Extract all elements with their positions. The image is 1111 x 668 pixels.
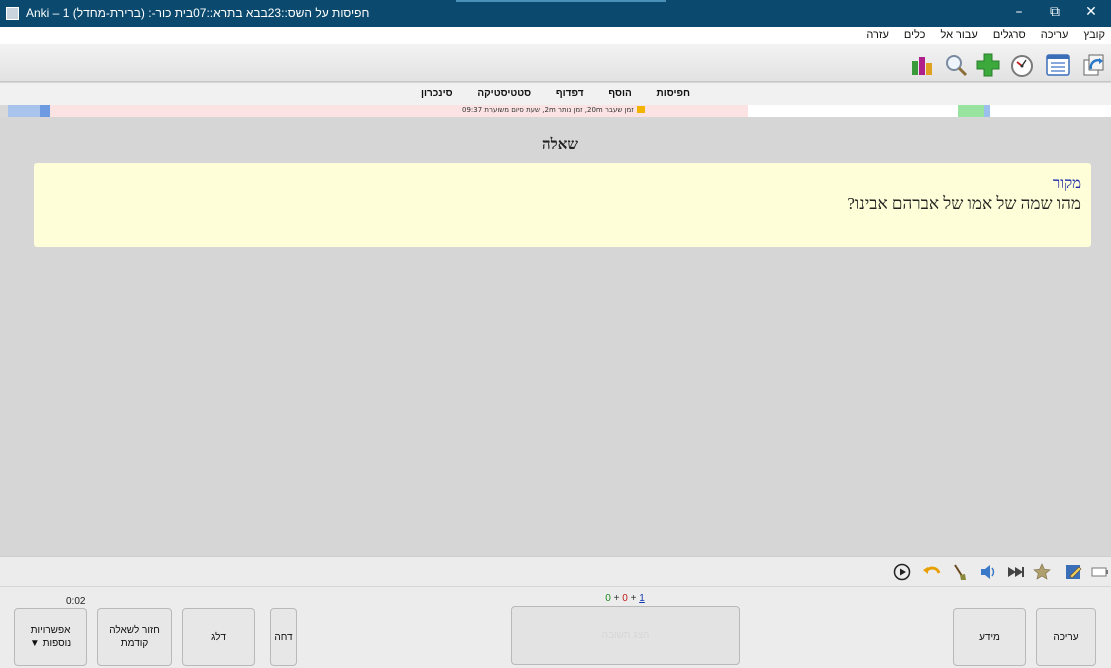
nav-browse[interactable]: דפדוף bbox=[556, 88, 584, 99]
window-title: Anki – חפיסות על השס::23בבא בתרא::07בית … bbox=[26, 6, 370, 20]
show-answer-button[interactable]: הצג תשובה bbox=[511, 606, 740, 665]
add-icon[interactable] bbox=[975, 52, 1001, 78]
title-bar: Anki – חפיסות על השס::23בבא בתרא::07בית … bbox=[0, 0, 1111, 27]
menu-edit[interactable]: עריכה bbox=[1035, 27, 1075, 41]
nav-sync[interactable]: סינכרון bbox=[421, 88, 453, 99]
learn-count: 0 bbox=[622, 593, 628, 604]
review-count[interactable]: 1 bbox=[639, 593, 645, 604]
undo-icon[interactable] bbox=[922, 562, 942, 582]
sync-icon[interactable] bbox=[1081, 52, 1107, 78]
more-options-label-line2: נוספות ▼ bbox=[29, 638, 72, 649]
question-text: מהו שמה של אמו של אברהם אבינו? bbox=[847, 194, 1081, 213]
more-options-label-line1: אפשרויות bbox=[30, 625, 71, 636]
menu-help[interactable]: עזרה bbox=[860, 27, 894, 41]
menu-file[interactable]: קובץ bbox=[1078, 27, 1111, 41]
minimize-button[interactable]: – bbox=[1001, 0, 1037, 27]
progress-info-text: זמן שעבר 20m, זמן נותר 2m, שעת סיום משוע… bbox=[462, 106, 634, 114]
question-card: מקור מהו שמה של אמו של אברהם אבינו? bbox=[34, 163, 1091, 247]
battery-icon bbox=[1091, 567, 1108, 577]
edit-button[interactable]: עריכה bbox=[1036, 608, 1096, 666]
menu-tools[interactable]: כלים bbox=[898, 27, 931, 41]
timer-icon[interactable] bbox=[1009, 52, 1035, 78]
anki-app-icon[interactable] bbox=[6, 7, 19, 20]
due-counts: 0 + 0 + 1 bbox=[580, 593, 670, 604]
previous-question-button[interactable]: חזור לשאלה קודמת bbox=[97, 608, 172, 666]
star-icon[interactable] bbox=[1032, 562, 1052, 582]
bury-button-label: דחה bbox=[274, 631, 293, 643]
info-button[interactable]: מידע bbox=[953, 608, 1026, 666]
play-icon[interactable] bbox=[892, 562, 912, 582]
more-options-button[interactable]: אפשרויות נוספות ▼ bbox=[14, 608, 87, 666]
skip-button-label: דלג bbox=[211, 631, 226, 643]
skip-forward-icon[interactable] bbox=[1006, 562, 1026, 582]
calendar-icon bbox=[636, 106, 645, 113]
audio-icon[interactable] bbox=[978, 562, 998, 582]
edit-note-icon[interactable] bbox=[1064, 562, 1084, 582]
count-separator: + bbox=[613, 593, 620, 604]
top-nav: חפיסות הוסף דפדוף סטטיסטיקה סינכרון bbox=[0, 83, 1111, 105]
title-accent-line bbox=[456, 0, 666, 2]
progress-info: זמן שעבר 20m, זמן נותר 2m, שעת סיום משוע… bbox=[462, 106, 645, 114]
menu-toolbars[interactable]: סרגלים bbox=[987, 27, 1032, 41]
nav-add[interactable]: הוסף bbox=[608, 88, 631, 99]
stats-icon[interactable] bbox=[909, 52, 935, 78]
source-label: מקור bbox=[1052, 176, 1081, 192]
progress-segment bbox=[8, 105, 40, 117]
close-button[interactable]: ✕ bbox=[1073, 0, 1109, 27]
progress-segment bbox=[958, 105, 984, 117]
nav-stats[interactable]: סטטיסטיקה bbox=[477, 88, 531, 99]
nav-decks[interactable]: חפיסות bbox=[657, 88, 691, 99]
skip-button[interactable]: דלג bbox=[182, 608, 255, 666]
menu-bar: קובץ עריכה סרגלים עבור אל כלים עזרה bbox=[0, 27, 1111, 44]
deck-list-icon[interactable] bbox=[1045, 52, 1071, 78]
previous-question-label-line1: חזור לשאלה bbox=[109, 625, 160, 636]
progress-segment bbox=[0, 105, 8, 117]
edit-button-label: עריכה bbox=[1053, 631, 1079, 643]
bury-button[interactable]: דחה bbox=[270, 608, 297, 666]
review-timer: 0:02 bbox=[66, 596, 86, 607]
info-button-label: מידע bbox=[979, 631, 1000, 643]
count-separator: + bbox=[630, 593, 637, 604]
progress-segment bbox=[984, 105, 990, 117]
progress-bar: זמן שעבר 20m, זמן נותר 2m, שעת סיום משוע… bbox=[0, 105, 1111, 117]
search-icon[interactable] bbox=[943, 52, 969, 78]
action-bar bbox=[0, 556, 1111, 586]
restore-button[interactable]: ⧉ bbox=[1037, 0, 1073, 27]
new-count: 0 bbox=[605, 593, 611, 604]
progress-segment bbox=[40, 105, 50, 117]
menu-go[interactable]: עבור אל bbox=[934, 27, 983, 41]
bury-shovel-icon[interactable] bbox=[950, 562, 970, 582]
card-heading: שאלה bbox=[542, 137, 578, 153]
previous-question-label-line2: קודמת bbox=[120, 638, 149, 649]
show-answer-label: הצג תשובה bbox=[601, 630, 650, 641]
